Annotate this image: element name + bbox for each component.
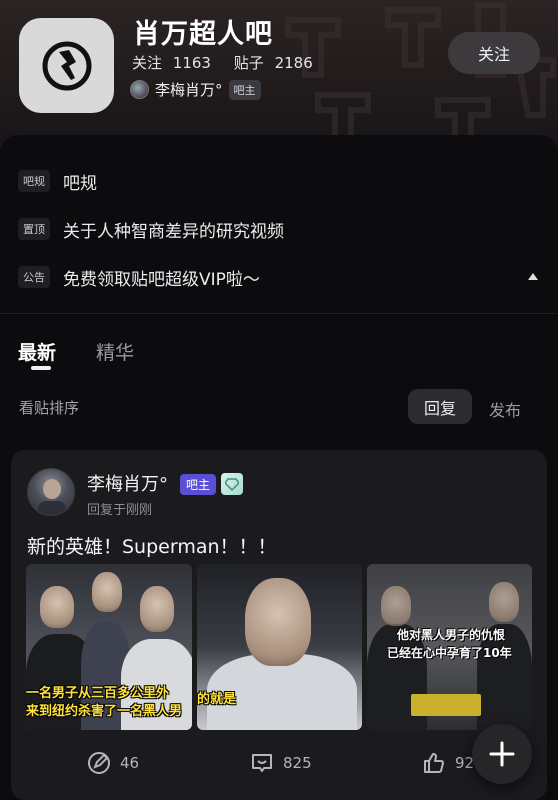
edit-action[interactable]: 46 xyxy=(86,750,139,776)
owner-avatar xyxy=(130,80,149,99)
post-author[interactable]: 李梅肖万° xyxy=(87,470,168,496)
tab-active-indicator xyxy=(31,366,51,370)
tab-latest[interactable]: 最新 xyxy=(18,338,56,365)
notice-tag: 置顶 xyxy=(18,218,50,240)
posts-count: 2186 xyxy=(274,54,313,72)
notice-tag: 吧规 xyxy=(18,170,50,192)
image-caption: 已经在心中孕育了10年 xyxy=(387,646,512,660)
like-action[interactable]: 92 xyxy=(421,750,474,776)
notice-announcement[interactable]: 公告 免费领取贴吧超级VIP啦～ xyxy=(18,262,260,292)
notice-tag: 公告 xyxy=(18,266,50,288)
sort-by-reply-button[interactable]: 回复 xyxy=(408,389,472,424)
follow-count: 1163 xyxy=(172,54,211,72)
owner-name: 李梅肖万° xyxy=(155,81,223,99)
forum-avatar[interactable] xyxy=(19,18,114,113)
author-avatar[interactable] xyxy=(27,468,75,516)
sort-by-publish-button[interactable]: 发布 xyxy=(489,397,521,421)
tab-featured[interactable]: 精华 xyxy=(96,338,134,365)
posts-label: 贴子 xyxy=(233,54,264,72)
image-caption: 他对黑人男子的仇恨 xyxy=(397,628,506,642)
edit-count: 46 xyxy=(120,754,140,772)
notice-text: 关于人种智商差异的研究视频 xyxy=(63,221,284,242)
forum-header: 肖万超人吧 关注 1163 贴子 2186 李梅肖万° 吧主 关注 xyxy=(0,0,558,150)
edit-icon xyxy=(88,752,110,774)
comment-count: 825 xyxy=(283,754,312,772)
post-image[interactable]: 他对黑人男子的仇恨 已经在心中孕育了10年 xyxy=(367,564,532,730)
follow-label: 关注 xyxy=(132,54,163,72)
comment-action[interactable]: 825 xyxy=(249,750,312,776)
post-image[interactable]: 的就是 xyxy=(197,564,362,730)
post-image[interactable]: 一名男子从三百多公里外 来到纽约杀害了一名黑人男 xyxy=(26,564,192,730)
post-card[interactable]: 李梅肖万° 吧主 回复于刚刚 新的英雄！Superman！！！ 一名男子从三百多… xyxy=(11,450,547,800)
forum-stats: 关注 1163 贴子 2186 xyxy=(132,52,319,73)
caption-banner xyxy=(411,694,481,716)
divider xyxy=(0,313,558,314)
sort-label: 看贴排序 xyxy=(19,399,80,417)
follow-button[interactable]: 关注 xyxy=(448,32,540,74)
owner-badge: 吧主 xyxy=(228,79,261,100)
forum-owner[interactable]: 李梅肖万° 吧主 xyxy=(130,79,261,100)
image-caption: 来到纽约杀害了一名黑人男 xyxy=(26,704,183,719)
post-timestamp: 回复于刚刚 xyxy=(87,503,153,518)
avatar-image-icon xyxy=(38,479,66,515)
compose-post-button[interactable] xyxy=(472,724,532,784)
comment-icon xyxy=(252,754,272,772)
notice-pinned[interactable]: 置顶 关于人种智商差异的研究视频 xyxy=(18,214,284,244)
notice-rules[interactable]: 吧规 吧规 xyxy=(18,166,97,196)
forum-logo-icon xyxy=(42,41,91,90)
collapse-icon[interactable] xyxy=(528,273,538,280)
notice-text: 吧规 xyxy=(63,173,97,194)
author-badge: 吧主 xyxy=(180,474,217,495)
header-pattern-decoration xyxy=(285,2,556,150)
image-caption: 一名男子从三百多公里外 xyxy=(26,686,170,701)
image-caption: 的就是 xyxy=(197,692,237,707)
like-icon xyxy=(424,753,444,773)
notice-text: 免费领取贴吧超级VIP啦～ xyxy=(63,269,260,290)
plus-icon xyxy=(489,741,515,767)
post-text[interactable]: 新的英雄！Superman！！！ xyxy=(27,532,277,559)
level-diamond-icon xyxy=(221,473,243,495)
post-action-bar: 46 825 92 xyxy=(11,750,547,790)
forum-title: 肖万超人吧 xyxy=(133,19,273,50)
